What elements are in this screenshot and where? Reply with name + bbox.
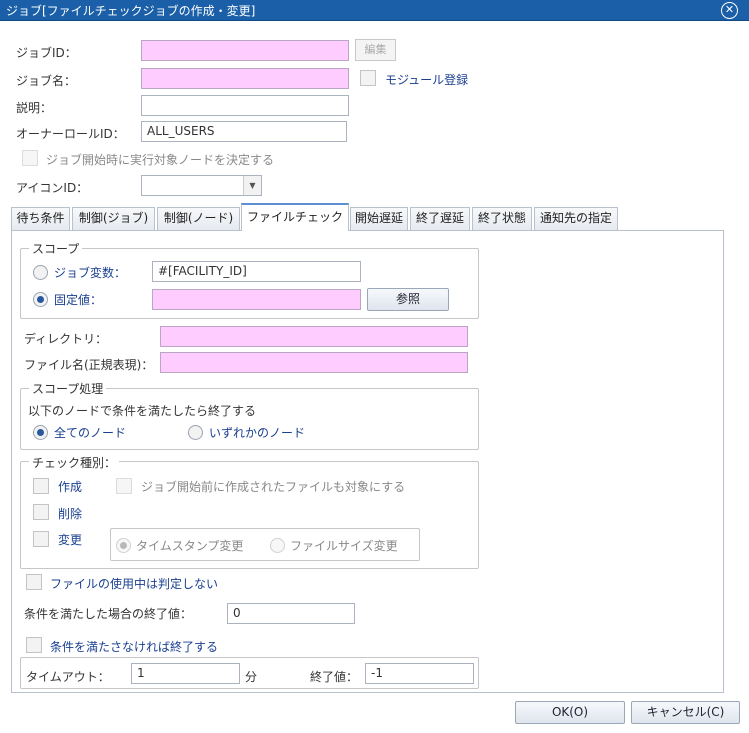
timestamp-label: タイムスタンプ変更 — [136, 539, 244, 553]
delete-label: 削除 — [58, 507, 83, 521]
browse-button[interactable]: 参照 — [367, 288, 449, 311]
filename-label: ファイル名(正規表現)： — [24, 358, 154, 372]
modify-label: 変更 — [58, 533, 83, 547]
timeout-unit-label: 分 — [245, 670, 258, 684]
timestamp-radio[interactable] — [116, 538, 131, 553]
window-title: ジョブ[ファイルチェックジョブの作成・変更] — [6, 4, 256, 18]
in-use-checkbox[interactable] — [26, 574, 42, 590]
exit-if-not-met-checkbox[interactable] — [26, 637, 42, 653]
job-variable-radio[interactable] — [33, 265, 48, 280]
end-value-label: 条件を満たした場合の終了値： — [24, 607, 193, 621]
job-variable-field[interactable]: #[FACILITY_ID] — [152, 261, 361, 282]
any-node-label: いずれかのノード — [209, 426, 306, 440]
exit-if-not-met-label: 条件を満たさなければ終了する — [50, 640, 219, 654]
filesize-label: ファイルサイズ変更 — [290, 539, 398, 553]
tab-wait-condition[interactable]: 待ち条件 — [11, 207, 70, 230]
all-nodes-label: 全てのノード — [54, 426, 127, 440]
all-nodes-radio[interactable] — [33, 425, 48, 440]
modify-checkbox[interactable] — [33, 531, 49, 547]
tab-control-job[interactable]: 制御(ジョブ) — [72, 207, 155, 230]
tab-control-node[interactable]: 制御(ノード) — [157, 207, 240, 230]
scope-process-title: スコープ処理 — [29, 380, 107, 397]
cancel-button[interactable]: キャンセル(C) — [631, 701, 740, 724]
description-label: 説明： — [16, 101, 53, 115]
job-id-label: ジョブID： — [16, 46, 77, 60]
tab-file-check[interactable]: ファイルチェック — [241, 203, 349, 231]
owner-role-field[interactable]: ALL_USERS — [141, 121, 347, 142]
close-icon[interactable]: ✕ — [721, 2, 738, 19]
fixed-value-label: 固定値： — [54, 293, 103, 307]
ok-button[interactable]: OK(O) — [515, 701, 625, 724]
fixed-value-radio[interactable] — [33, 292, 48, 307]
job-name-label: ジョブ名： — [16, 74, 77, 88]
tab-start-delay[interactable]: 開始遅延 — [350, 207, 408, 230]
title-bar: ジョブ[ファイルチェックジョブの作成・変更] ✕ — [0, 0, 749, 21]
directory-label: ディレクトリ： — [24, 332, 108, 346]
edit-button[interactable]: 編集 — [355, 39, 396, 61]
tab-end-status[interactable]: 終了状態 — [472, 207, 532, 230]
icon-id-label: アイコンID： — [16, 181, 89, 195]
job-name-field[interactable] — [141, 68, 349, 89]
icon-id-select[interactable]: ▼ — [141, 175, 262, 196]
timeout-label: タイムアウト： — [26, 670, 110, 684]
check-type-title: チェック種別： — [29, 454, 120, 471]
end-value-field[interactable]: 0 — [227, 603, 355, 624]
scope-title: スコープ — [29, 240, 83, 257]
decide-node-label: ジョブ開始時に実行対象ノードを決定する — [46, 153, 275, 167]
directory-field[interactable] — [160, 326, 468, 347]
create-checkbox[interactable] — [33, 478, 49, 494]
tab-notification[interactable]: 通知先の指定 — [534, 207, 618, 230]
module-register-label: モジュール登録 — [385, 73, 469, 87]
create-prior-checkbox[interactable] — [116, 478, 132, 494]
description-field[interactable] — [141, 95, 349, 116]
chevron-down-icon[interactable]: ▼ — [243, 176, 261, 195]
module-register-checkbox[interactable] — [360, 70, 376, 86]
delete-checkbox[interactable] — [33, 504, 49, 520]
job-variable-label: ジョブ変数： — [54, 266, 127, 280]
job-id-field[interactable] — [141, 40, 349, 61]
in-use-label: ファイルの使用中は判定しない — [50, 577, 219, 591]
timeout-end-value-label: 終了値： — [310, 670, 359, 684]
create-prior-label: ジョブ開始前に作成されたファイルも対象にする — [141, 480, 406, 494]
filesize-radio[interactable] — [270, 538, 285, 553]
timeout-field[interactable]: 1 — [131, 663, 240, 684]
any-node-radio[interactable] — [188, 425, 203, 440]
owner-role-label: オーナーロールID： — [16, 127, 125, 141]
scope-process-description: 以下のノードで条件を満たしたら終了する — [28, 404, 257, 418]
filename-field[interactable] — [160, 352, 468, 373]
decide-node-checkbox[interactable] — [22, 150, 38, 166]
fixed-value-field[interactable] — [152, 289, 361, 310]
tab-end-delay[interactable]: 終了遅延 — [410, 207, 470, 230]
timeout-end-value-field[interactable]: -1 — [365, 663, 474, 684]
create-label: 作成 — [58, 480, 83, 494]
